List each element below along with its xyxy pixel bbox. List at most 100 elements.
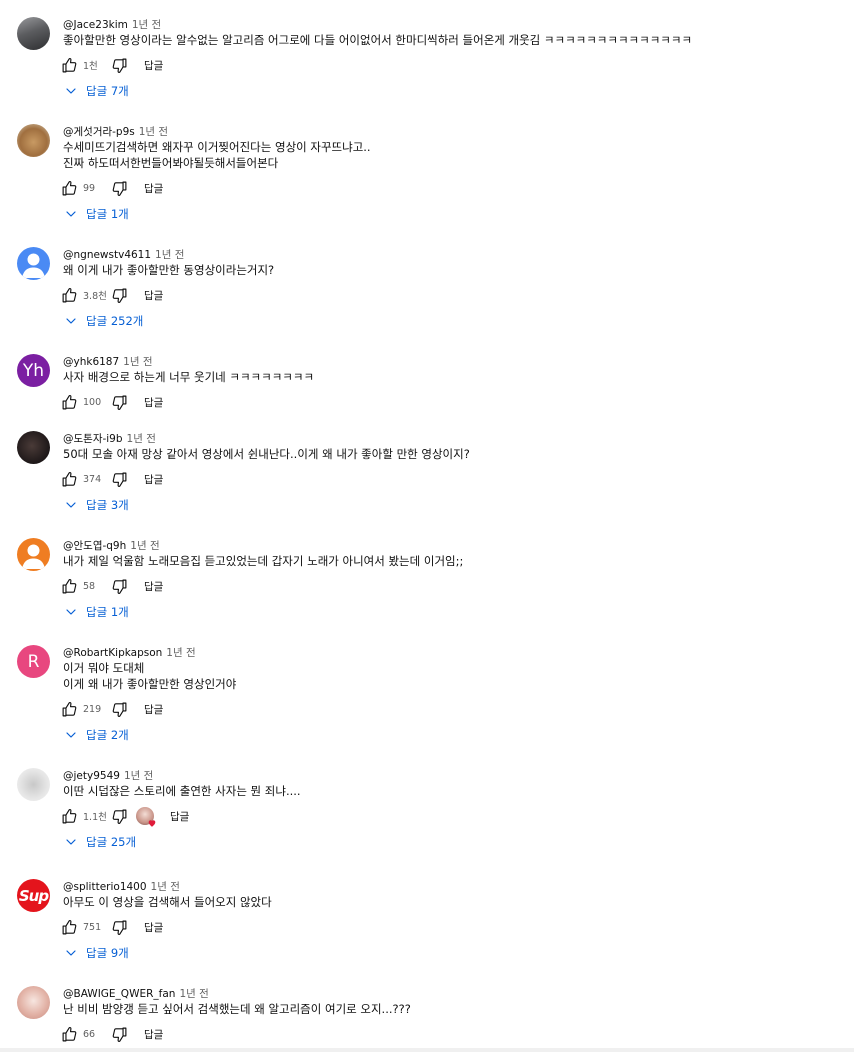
dislike-icon[interactable] (111, 394, 128, 411)
reply-button[interactable]: 답글 (144, 579, 163, 594)
author-name[interactable]: @yhk6187 (63, 356, 119, 368)
reply-button[interactable]: 답글 (170, 809, 189, 824)
reply-button[interactable]: 답글 (144, 920, 163, 935)
comment-header: @splitterio1400 1년 전 (63, 879, 180, 894)
avatar[interactable] (17, 768, 50, 801)
like-icon[interactable] (61, 180, 78, 197)
like-icon[interactable] (61, 394, 78, 411)
author-name[interactable]: @게섯거라-p9s (63, 126, 135, 138)
avatar[interactable]: Yh (17, 354, 50, 387)
avatar-image (17, 124, 50, 157)
dislike-icon[interactable] (111, 919, 128, 936)
reply-button[interactable]: 답글 (144, 58, 163, 73)
dislike-icon[interactable] (111, 57, 128, 74)
comment-text-line: 수세미뜨기검색하면 왜자꾸 이거찢어진다는 영상이 자꾸뜨냐고.. (63, 140, 371, 154)
dislike-icon[interactable] (111, 701, 128, 718)
view-replies-button[interactable]: 답글 1개 (65, 604, 129, 620)
like-count: 99 (83, 182, 96, 194)
chevron-down-icon (65, 729, 86, 741)
view-replies-button[interactable]: 답글 9개 (65, 945, 129, 961)
comment-text-line: 아무도 이 영상을 검색해서 들어오지 않았다 (63, 895, 272, 909)
author-name[interactable]: @도톤자-i9b (63, 433, 123, 445)
reply-button[interactable]: 답글 (144, 702, 163, 717)
view-replies-button[interactable]: 답글 7개 (65, 83, 129, 99)
comment-text: 아무도 이 영상을 검색해서 들어오지 않았다 (63, 894, 272, 910)
author-name[interactable]: @RobartKipkapson (63, 647, 162, 659)
dislike-icon[interactable] (111, 578, 128, 595)
avatar-image (17, 986, 50, 1019)
avatar[interactable] (17, 986, 50, 1019)
comment-actions: 374 답글 (61, 469, 163, 489)
comment-header: @ngnewstv4611 1년 전 (63, 247, 184, 262)
view-replies-button[interactable]: 답글 252개 (65, 313, 143, 329)
comment-actions: 66 답글 (61, 1024, 163, 1044)
dislike-icon[interactable] (111, 471, 128, 488)
avatar[interactable] (17, 17, 50, 50)
comment-text-line: 내가 제일 억울함 노래모음집 듣고있었는데 갑자기 노래가 아니여서 봤는데 … (63, 554, 464, 568)
reply-button[interactable]: 답글 (144, 1027, 163, 1042)
comment-text: 50대 모솔 아재 망상 같아서 영상에서 쉰내난다..이게 왜 내가 좋아할 … (63, 446, 470, 462)
avatar[interactable] (17, 431, 50, 464)
comment-actions: 1천 답글 (61, 55, 163, 75)
like-count: 66 (83, 1028, 96, 1040)
dislike-icon[interactable] (111, 287, 128, 304)
chevron-down-icon (65, 208, 86, 220)
author-name[interactable]: @Jace23kim (63, 19, 128, 31)
author-name[interactable]: @ngnewstv4611 (63, 249, 151, 261)
comment-text: 사자 배경으로 하는게 너무 웃기네 ㅋㅋㅋㅋㅋㅋㅋㅋ (63, 369, 314, 385)
avatar[interactable] (17, 538, 50, 571)
dislike-icon[interactable] (111, 1026, 128, 1043)
view-replies-button[interactable]: 답글 1개 (65, 206, 129, 222)
author-name[interactable]: @BAWIGE_QWER_fan (63, 988, 175, 1000)
comment-time[interactable]: 1년 전 (123, 356, 152, 368)
comment-time[interactable]: 1년 전 (166, 647, 195, 659)
dislike-icon[interactable] (111, 180, 128, 197)
like-icon[interactable] (61, 701, 78, 718)
avatar[interactable] (17, 247, 50, 280)
comment-actions: 3.8천 답글 (61, 285, 163, 305)
comment-actions: 219 답글 (61, 699, 163, 719)
reply-button[interactable]: 답글 (144, 472, 163, 487)
comment-time[interactable]: 1년 전 (179, 988, 208, 1000)
reply-button[interactable]: 답글 (144, 288, 163, 303)
comment-time[interactable]: 1년 전 (132, 19, 161, 31)
author-name[interactable]: @splitterio1400 (63, 881, 147, 893)
like-icon[interactable] (61, 57, 78, 74)
comment-time[interactable]: 1년 전 (155, 249, 184, 261)
comment-header: @게섯거라-p9s 1년 전 (63, 124, 168, 139)
avatar[interactable] (17, 124, 50, 157)
bottom-divider (0, 1048, 854, 1052)
comment-text-line: 사자 배경으로 하는게 너무 웃기네 ㅋㅋㅋㅋㅋㅋㅋㅋ (63, 370, 315, 384)
like-count: 751 (83, 921, 102, 933)
like-icon[interactable] (61, 919, 78, 936)
comment-time[interactable]: 1년 전 (130, 540, 159, 552)
author-name[interactable]: @안도엽-q9h (63, 540, 126, 552)
avatar[interactable]: Sup (17, 879, 50, 912)
like-icon[interactable] (61, 1026, 78, 1043)
comment-actions: 100 답글 (61, 392, 163, 412)
comment-time[interactable]: 1년 전 (124, 770, 153, 782)
author-name[interactable]: @jety9549 (63, 770, 120, 782)
comment-text-line: 이딴 시덥잖은 스토리에 출연한 사자는 뭔 죄냐.... (63, 784, 301, 798)
like-icon[interactable] (61, 578, 78, 595)
like-icon[interactable] (61, 808, 78, 825)
comment-time[interactable]: 1년 전 (127, 433, 156, 445)
reply-button[interactable]: 답글 (144, 181, 163, 196)
comment-text: 난 비비 밤양갱 듣고 싶어서 검색했는데 왜 알고리즘이 여기로 오지...?… (63, 1001, 411, 1017)
comment-actions: 751 답글 (61, 917, 163, 937)
person-icon (17, 247, 50, 280)
like-icon[interactable] (61, 471, 78, 488)
like-icon[interactable] (61, 287, 78, 304)
like-count: 1.1천 (83, 812, 107, 823)
comment-time[interactable]: 1년 전 (139, 126, 168, 138)
avatar[interactable]: R (17, 645, 50, 678)
view-replies-button[interactable]: 답글 3개 (65, 497, 129, 513)
chevron-down-icon (65, 947, 86, 959)
like-count: 58 (83, 580, 96, 592)
reply-button[interactable]: 답글 (144, 395, 163, 410)
view-replies-button[interactable]: 답글 2개 (65, 727, 129, 743)
dislike-icon[interactable] (111, 808, 128, 825)
like-count: 1천 (83, 61, 98, 72)
view-replies-button[interactable]: 답글 25개 (65, 834, 136, 850)
comment-time[interactable]: 1년 전 (151, 881, 180, 893)
